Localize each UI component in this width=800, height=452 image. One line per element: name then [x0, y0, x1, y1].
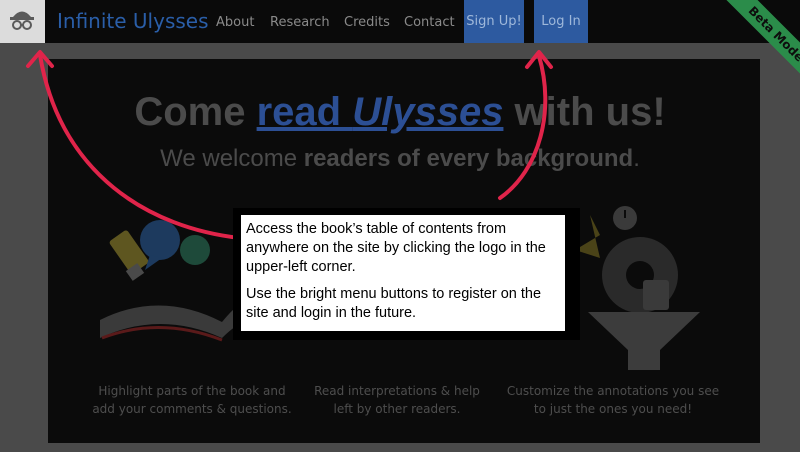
tour-callout-body: Access the book’s table of contents from…	[241, 215, 565, 331]
callout-paragraph: Access the book’s table of contents from…	[246, 221, 546, 275]
arrow-to-buttons	[498, 54, 548, 200]
arrow-to-logo	[38, 53, 242, 240]
tour-callout: Access the book’s table of contents from…	[233, 208, 580, 340]
callout-paragraph: Use the bright menu buttons to register …	[246, 286, 542, 321]
